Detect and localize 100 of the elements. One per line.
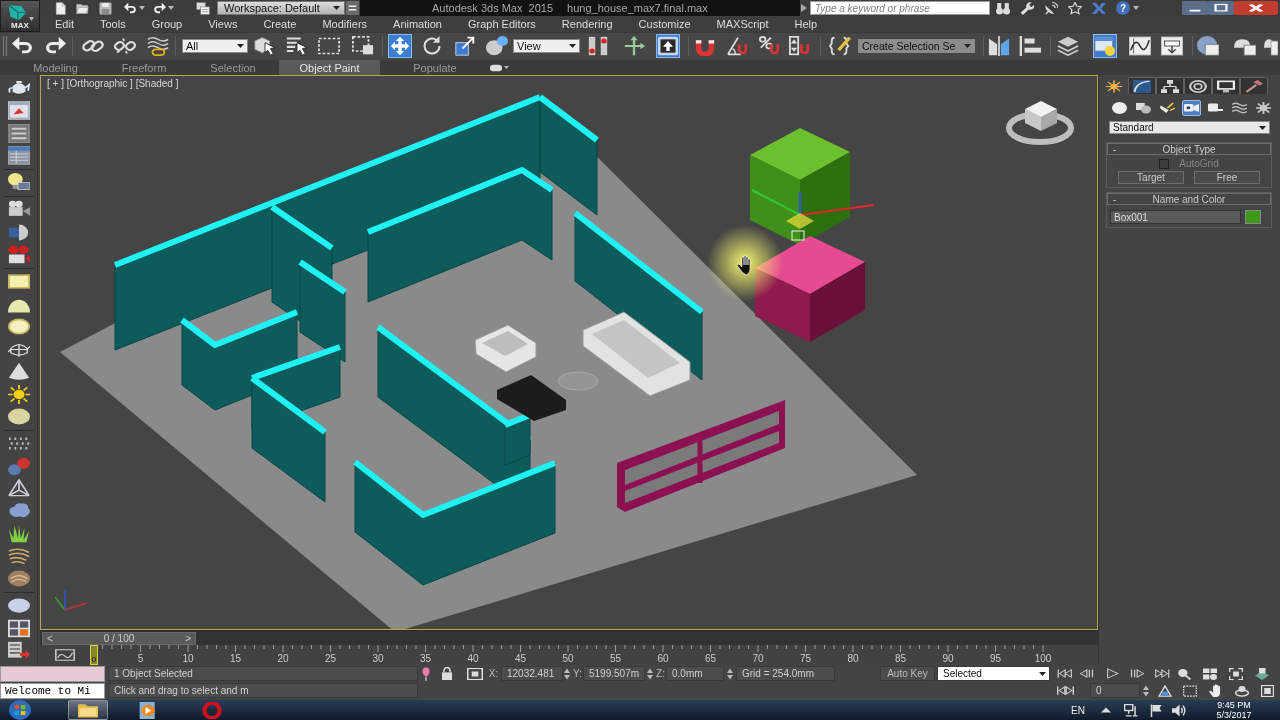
coordinate-field[interactable]: 12032.481	[501, 666, 563, 681]
previous-frame-button[interactable]: <	[47, 632, 53, 644]
grass-icon[interactable]	[7, 524, 30, 543]
go-to-end-icon[interactable]	[1155, 668, 1170, 679]
flag-icon[interactable]	[1150, 703, 1162, 717]
panel-tab[interactable]	[1240, 77, 1268, 94]
viewport[interactable]: [ + ] [Orthographic ] [Shaded ]	[40, 75, 1098, 630]
time-slider-thumb[interactable]: < 0 / 100 >	[42, 631, 196, 645]
mirrored-shapes-icon[interactable]	[988, 35, 1010, 56]
panel-tab[interactable]	[1156, 77, 1184, 94]
menu-item[interactable]: MAXScript	[716, 18, 769, 30]
video-camera-icon[interactable]	[7, 200, 30, 219]
broken-link-icon[interactable]	[114, 35, 136, 56]
framed-rectangle-icon[interactable]	[7, 272, 30, 291]
oval-icon[interactable]	[7, 407, 30, 426]
bulb-panel-icon[interactable]	[7, 173, 30, 192]
category-button[interactable]	[1134, 100, 1153, 116]
framed-oval-icon[interactable]	[7, 317, 30, 336]
menu-item[interactable]: Create	[263, 18, 297, 30]
viewport-label[interactable]: [ + ] [Orthographic ] [Shaded ]	[47, 78, 179, 89]
ribbon-tab[interactable]: Selection	[187, 60, 279, 75]
list-cursor-icon[interactable]	[286, 35, 308, 56]
collapse-toggle[interactable]: -	[1108, 144, 1122, 155]
shortcut-override-button[interactable]	[656, 33, 680, 58]
swatch-icon[interactable]	[1245, 210, 1261, 224]
angle-magnet-icon[interactable]	[727, 35, 749, 56]
ribbon-tab[interactable]: Populate	[380, 60, 490, 75]
inward-arrows-icon[interactable]	[1057, 685, 1074, 696]
category-button[interactable]	[1110, 100, 1129, 116]
caret-icon[interactable]	[139, 6, 145, 10]
pin-icon[interactable]	[420, 666, 432, 681]
workspace-dropdown[interactable]: Workspace: Default	[217, 1, 345, 15]
collapse-toggle[interactable]: -	[1108, 194, 1122, 205]
framed-square-icon[interactable]	[1261, 684, 1274, 697]
minimize-icon[interactable]	[1182, 1, 1208, 15]
category-button[interactable]	[1254, 100, 1273, 116]
layer-explorer-button[interactable]	[1093, 33, 1117, 58]
hair-icon[interactable]	[7, 546, 30, 566]
open-folder-icon[interactable]	[76, 1, 89, 15]
maximize-icon[interactable]	[1208, 1, 1234, 15]
star-icon[interactable]	[1068, 1, 1082, 15]
category-button[interactable]	[1182, 100, 1201, 116]
sphere-pair-icon[interactable]	[486, 35, 508, 56]
caret-icon[interactable]	[504, 66, 509, 69]
menu-item[interactable]: Modifiers	[322, 18, 368, 30]
stacked-layers-icon[interactable]	[1057, 35, 1079, 56]
panel-tab[interactable]	[1128, 77, 1156, 94]
list-arrow-icon[interactable]	[7, 641, 30, 660]
menu-item[interactable]: Help	[794, 18, 818, 30]
key-filter-dropdown[interactable]: Selected	[937, 666, 1050, 681]
help-button[interactable]: ?	[1116, 1, 1130, 15]
object-type-button[interactable]: Free	[1194, 171, 1260, 184]
undo-icon[interactable]	[124, 1, 137, 15]
listener-output-field[interactable]: Welcome to Mi	[0, 683, 105, 699]
menu-item[interactable]: Graph Editors	[467, 18, 536, 30]
spinner-icon[interactable]	[1143, 684, 1149, 697]
play-icon[interactable]	[1106, 668, 1119, 679]
menu-item[interactable]: Group	[151, 18, 183, 30]
pan-hand-icon[interactable]	[1209, 684, 1223, 697]
spinner-icon[interactable]	[647, 667, 653, 680]
dotted-bars-icon[interactable]	[587, 35, 609, 56]
coordinate-field[interactable]: 0.0mm	[666, 666, 724, 681]
listener-input-field[interactable]	[0, 666, 105, 682]
next-frame-icon[interactable]	[1129, 668, 1144, 679]
binoculars-icon[interactable]	[996, 1, 1010, 15]
orbit-icon[interactable]	[1235, 684, 1249, 697]
magnifier-icon[interactable]	[1177, 667, 1191, 680]
spinner-magnet-icon[interactable]	[789, 35, 811, 56]
search-field[interactable]: Type a keyword or phrase	[810, 1, 990, 15]
percent-magnet-icon[interactable]	[759, 35, 781, 56]
select-cursor-icon[interactable]	[254, 35, 276, 56]
object-type-button[interactable]: Target	[1118, 171, 1184, 184]
panel-tab[interactable]	[1212, 77, 1240, 94]
category-dropdown[interactable]: Standard	[1109, 121, 1270, 134]
window-arrow-icon[interactable]	[1161, 35, 1183, 56]
table-window-icon[interactable]	[7, 146, 30, 165]
caret-icon[interactable]	[1133, 6, 1139, 10]
wrench-icon[interactable]	[1020, 1, 1034, 15]
spinner-icon[interactable]	[727, 667, 733, 680]
named-selection-dropdown[interactable]: Create Selection Se	[858, 38, 975, 53]
ribbon-tab[interactable]: Modeling	[10, 60, 101, 75]
dashed-region-icon[interactable]	[1183, 684, 1197, 697]
film-camera-icon[interactable]	[7, 245, 30, 264]
ellipsoid-icon[interactable]	[7, 596, 30, 615]
coordinate-field[interactable]: 5199.507m	[583, 666, 645, 681]
rounded-rect-icon[interactable]	[490, 63, 502, 72]
start-orb-icon[interactable]	[9, 700, 31, 720]
save-icon[interactable]	[99, 1, 112, 15]
menu-item[interactable]: Views	[208, 18, 238, 30]
corner-brackets-icon[interactable]	[1229, 667, 1243, 680]
time-slider-marker[interactable]: 0	[90, 645, 98, 665]
clock-date[interactable]: 5/3/2017	[1216, 710, 1252, 720]
redo-icon[interactable]	[153, 1, 166, 15]
toolbar-grip-icon[interactable]	[2, 35, 8, 56]
curve-window-icon[interactable]	[1129, 35, 1151, 56]
sphere-window-icon[interactable]	[1197, 35, 1219, 56]
tile-grid-icon[interactable]	[7, 618, 30, 638]
transform-tool-button[interactable]	[388, 33, 412, 58]
dashed-crossing-icon[interactable]	[352, 35, 374, 56]
menu-item[interactable]: Edit	[55, 18, 74, 30]
